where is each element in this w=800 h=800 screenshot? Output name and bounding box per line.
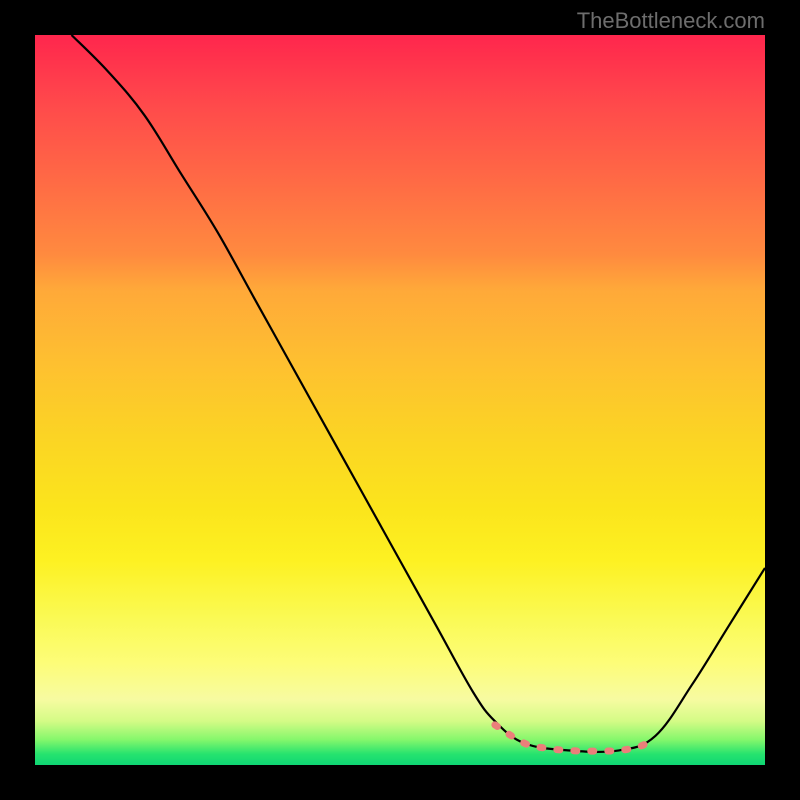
main-curve	[72, 35, 766, 752]
plot-area	[35, 35, 765, 765]
curve-layer	[35, 35, 765, 765]
attribution-text: TheBottleneck.com	[577, 8, 765, 34]
